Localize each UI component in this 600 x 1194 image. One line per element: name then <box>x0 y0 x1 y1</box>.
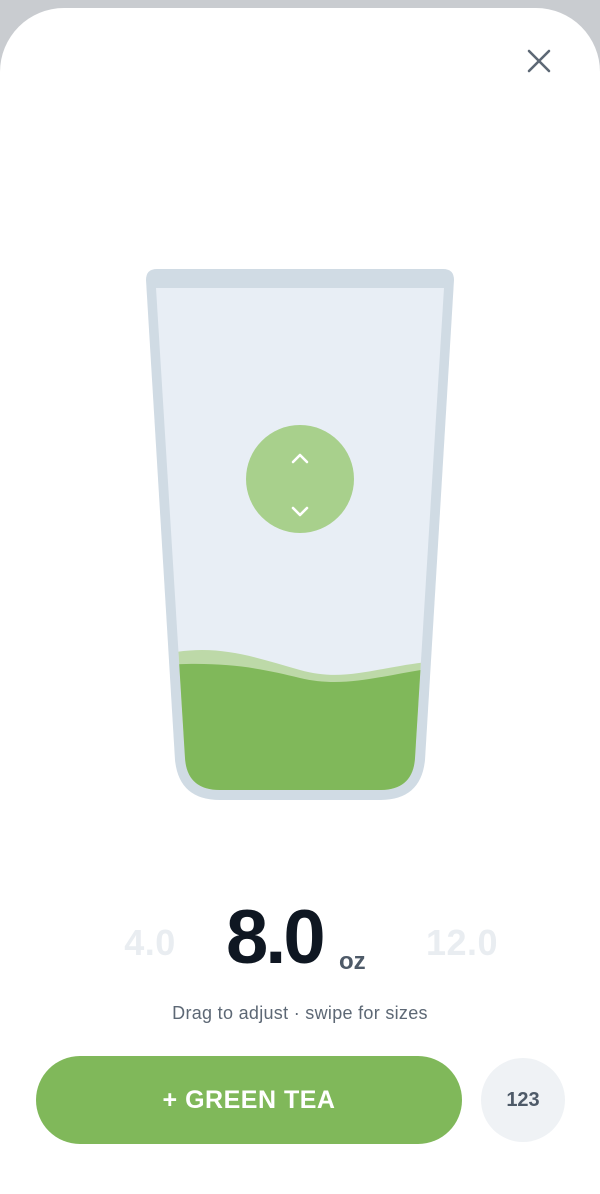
size-option-previous[interactable]: 4.0 <box>110 922 190 964</box>
instruction-hint: Drag to adjust · swipe for sizes <box>172 1003 428 1023</box>
size-picker[interactable]: 4.0 8.0 oz 12.0 <box>0 888 600 988</box>
amount-unit: oz <box>339 948 366 975</box>
chevron-down-icon <box>291 506 309 517</box>
current-amount: 8.0 <box>226 895 326 980</box>
size-option-next[interactable]: 12.0 <box>414 922 510 964</box>
volume-drag-handle[interactable] <box>246 425 354 533</box>
chevron-up-icon <box>291 453 309 464</box>
add-drink-button[interactable]: + GREEN TEA <box>36 1056 462 1144</box>
keypad-entry-button[interactable]: 123 <box>481 1058 565 1142</box>
drink-sheet: 4.0 8.0 oz 12.0 Drag to adjust · swipe f… <box>0 8 600 1194</box>
glass-illustration[interactable] <box>0 8 600 828</box>
